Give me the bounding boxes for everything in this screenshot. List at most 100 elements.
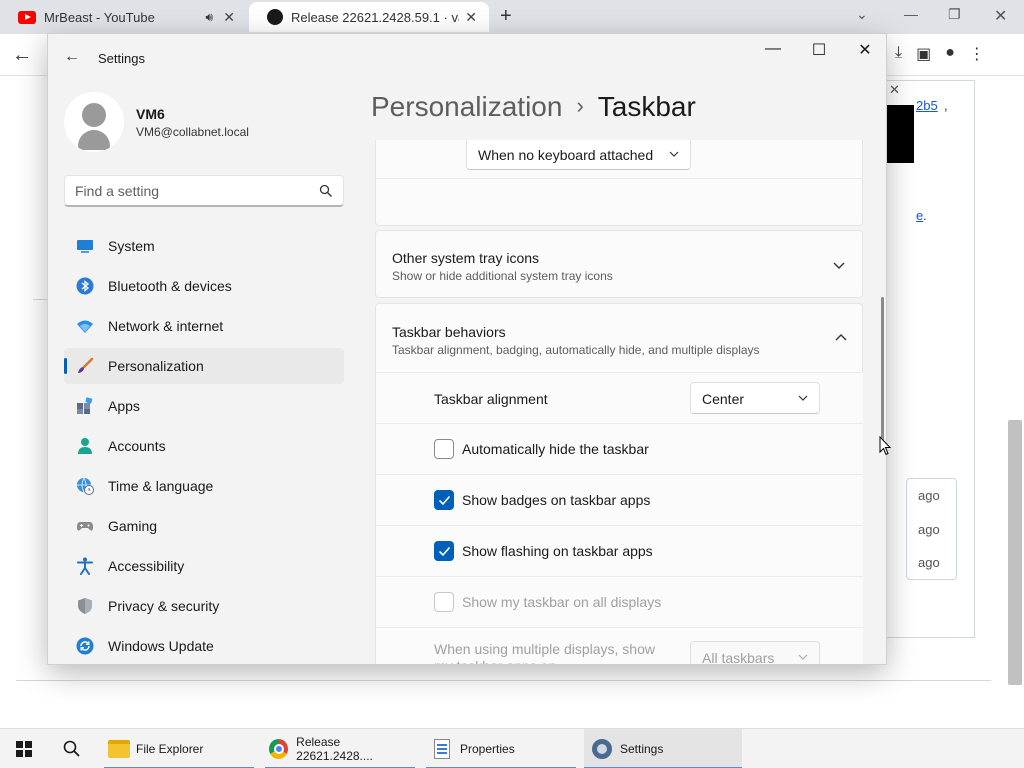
chevron-down-icon xyxy=(798,395,808,401)
settings-scrollbar[interactable] xyxy=(881,297,884,444)
maximize-button[interactable]: ☐ xyxy=(796,40,842,60)
flashing-checkbox[interactable] xyxy=(434,541,454,561)
taskbar-behaviors-header[interactable]: Taskbar behaviors Taskbar alignment, bad… xyxy=(376,304,863,372)
sidebar-item-accounts[interactable]: Accounts xyxy=(64,428,344,464)
taskbar-item-label: File Explorer xyxy=(136,742,204,756)
browser-tab-label: MrBeast - YouTube xyxy=(44,9,155,25)
touch-keyboard-dropdown[interactable]: When no keyboard attached xyxy=(466,140,691,170)
back-arrow-icon[interactable]: ← xyxy=(64,48,80,66)
taskbar-item-chrome[interactable]: Release 22621.2428.... xyxy=(265,729,415,768)
web-time-text: ago xyxy=(918,555,940,570)
sidebar-item-gaming[interactable]: Gaming xyxy=(64,508,344,544)
taskbar-item-properties[interactable]: Properties xyxy=(426,729,576,768)
profile-icon[interactable]: ● xyxy=(945,44,955,64)
auto-hide-checkbox[interactable] xyxy=(434,439,454,459)
web-divider xyxy=(16,680,991,681)
sidebar-item-label: Network & internet xyxy=(108,318,224,334)
sidebar-item-label: Privacy & security xyxy=(108,598,220,614)
sidebar-item-label: Gaming xyxy=(108,518,158,534)
avatar[interactable] xyxy=(64,92,124,152)
flashing-label: Show flashing on taskbar apps xyxy=(462,543,653,559)
breadcrumb-personalization[interactable]: Personalization xyxy=(371,91,562,122)
content-pane: When no keyboard attached Other system t… xyxy=(375,140,863,665)
search-box[interactable] xyxy=(64,175,344,207)
taskbar-search-icon[interactable] xyxy=(62,739,82,759)
browser-tab-github[interactable]: Release 22621.2428.59.1 · valine ✕ xyxy=(249,2,489,32)
all-displays-label: Show my taskbar on all displays xyxy=(462,594,662,610)
user-email: VM6@collabnet.local xyxy=(136,125,249,139)
youtube-icon xyxy=(18,10,36,24)
apps-icon xyxy=(77,397,93,414)
sidebar-item-time-language[interactable]: Time & language xyxy=(64,468,344,504)
brush-icon xyxy=(78,357,94,373)
web-link[interactable]: 2b5 xyxy=(916,98,938,113)
browser-restore-icon[interactable]: ❐ xyxy=(948,6,961,23)
taskbar-item-file-explorer[interactable]: File Explorer xyxy=(104,729,254,768)
search-input[interactable] xyxy=(75,183,305,199)
taskbar-alignment-dropdown[interactable]: Center xyxy=(690,382,820,414)
properties-icon xyxy=(434,739,450,759)
close-button[interactable]: ✕ xyxy=(842,40,886,60)
web-close-icon[interactable]: ✕ xyxy=(889,82,900,98)
chevron-up-icon[interactable] xyxy=(834,331,848,345)
web-dark-block xyxy=(886,105,914,163)
checkmark-icon xyxy=(438,546,451,557)
sidebar-item-bluetooth[interactable]: Bluetooth & devices xyxy=(64,268,344,304)
sidebar-item-network[interactable]: Network & internet xyxy=(64,308,344,344)
windows-taskbar: File Explorer Release 22621.2428.... Pro… xyxy=(0,728,1024,768)
sidebar-item-apps[interactable]: Apps xyxy=(64,388,344,424)
taskbar-item-settings[interactable]: Settings xyxy=(584,729,742,768)
side-panel-icon[interactable]: ▣ xyxy=(916,44,931,64)
tab-search-icon[interactable]: ⌄ xyxy=(856,6,868,23)
browser-toolbar-icons: ⤓ ▣ ● ⋮ xyxy=(895,44,985,64)
download-icon[interactable]: ⤓ xyxy=(895,44,902,64)
sidebar-item-label: Accounts xyxy=(108,438,166,454)
dropdown-value: All taskbars xyxy=(702,650,775,665)
user-name: VM6 xyxy=(136,106,165,122)
taskbar-item-label: Release 22621.2428.... xyxy=(296,735,373,763)
badges-checkbox[interactable] xyxy=(434,490,454,510)
windows-start-icon[interactable] xyxy=(16,741,32,757)
badges-label: Show badges on taskbar apps xyxy=(462,492,651,508)
chevron-down-icon[interactable] xyxy=(832,258,846,272)
monitor-icon xyxy=(77,240,93,253)
bluetooth-icon xyxy=(76,277,94,295)
taskbar-behaviors-card: Taskbar behaviors Taskbar alignment, bad… xyxy=(375,303,863,665)
avatar-body xyxy=(78,130,110,150)
mouse-cursor-icon xyxy=(879,436,891,456)
close-tab-icon[interactable]: ✕ xyxy=(465,9,477,26)
sidebar-item-accessibility[interactable]: Accessibility xyxy=(64,548,344,584)
taskbar-alignment-row: Taskbar alignment Center xyxy=(376,372,863,423)
breadcrumb-current: Taskbar xyxy=(597,91,696,122)
web-text: , xyxy=(944,98,948,113)
browser-tab-label: Release 22621.2428.59.1 · valine xyxy=(291,9,459,25)
browser-back-icon[interactable]: ← xyxy=(12,44,32,67)
minimize-button[interactable]: — xyxy=(750,40,796,58)
shield-icon xyxy=(78,598,92,614)
search-icon[interactable] xyxy=(319,184,333,198)
sidebar-item-privacy-security[interactable]: Privacy & security xyxy=(64,588,344,624)
all-displays-row: Show my taskbar on all displays xyxy=(376,576,863,627)
auto-hide-label: Automatically hide the taskbar xyxy=(462,441,649,457)
browser-close-icon[interactable]: ✕ xyxy=(994,6,1007,26)
auto-hide-row[interactable]: Automatically hide the taskbar xyxy=(376,423,863,474)
browser-minimize-icon[interactable]: — xyxy=(904,6,918,22)
new-tab-icon[interactable]: + xyxy=(500,5,512,28)
checkmark-icon xyxy=(438,495,451,506)
sidebar-item-system[interactable]: System xyxy=(64,228,344,264)
accessibility-icon xyxy=(77,557,93,575)
card-title: Other system tray icons xyxy=(392,250,540,266)
badges-row[interactable]: Show badges on taskbar apps xyxy=(376,474,863,525)
speaker-icon[interactable]: 🔊︎ xyxy=(205,10,213,25)
menu-icon[interactable]: ⋮ xyxy=(969,44,985,64)
browser-tab-youtube[interactable]: MrBeast - YouTube 🔊︎ ✕ xyxy=(0,2,247,32)
sidebar-item-windows-update[interactable]: Windows Update xyxy=(64,628,344,664)
chevron-down-icon xyxy=(798,654,808,660)
browser-scrollbar[interactable] xyxy=(1008,420,1022,685)
flashing-row[interactable]: Show flashing on taskbar apps xyxy=(376,525,863,576)
taskbar-item-label: Properties xyxy=(460,742,515,756)
folder-icon xyxy=(108,740,130,758)
other-tray-icons-card[interactable]: Other system tray icons Show or hide add… xyxy=(375,230,863,298)
close-tab-icon[interactable]: ✕ xyxy=(223,9,235,26)
sidebar-item-personalization[interactable]: Personalization xyxy=(64,348,344,384)
